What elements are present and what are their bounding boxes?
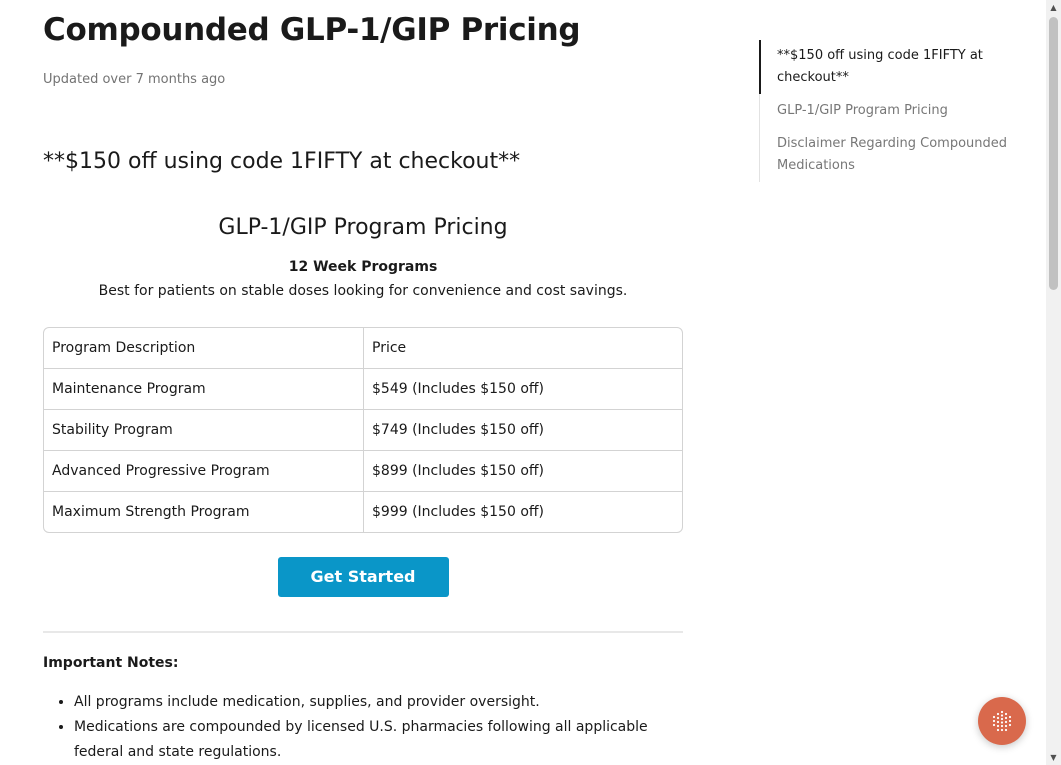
program-price-cell: $749 (Includes $150 off) <box>364 410 682 451</box>
list-item: Medications are compounded by licensed U… <box>74 715 674 765</box>
program-description: Best for patients on stable doses lookin… <box>98 283 628 299</box>
chat-launcher-button[interactable] <box>978 697 1026 745</box>
program-name-cell: Advanced Progressive Program <box>44 451 364 492</box>
toc-item-disclaimer[interactable]: Disclaimer Regarding Compounded Medicati… <box>760 128 1010 182</box>
table-row: Maximum Strength Program $999 (Includes … <box>44 492 682 532</box>
article-body: Compounded GLP-1/GIP Pricing Updated ove… <box>43 0 683 765</box>
table-of-contents: **$150 off using code 1FIFTY at checkout… <box>759 40 1010 182</box>
table-header-cell: Program Description <box>44 328 364 369</box>
program-name-cell: Stability Program <box>44 410 364 451</box>
toc-item-promo[interactable]: **$150 off using code 1FIFTY at checkout… <box>759 40 1010 94</box>
pricing-section-title: GLP-1/GIP Program Pricing <box>218 215 508 240</box>
program-heading: 12 Week Programs <box>288 259 438 275</box>
cta-wrapper: Get Started <box>43 557 683 597</box>
section-divider <box>43 631 683 633</box>
toc-item-pricing[interactable]: GLP-1/GIP Program Pricing <box>760 95 1010 127</box>
table-row: Maintenance Program $549 (Includes $150 … <box>44 369 682 410</box>
table-header-cell: Price <box>364 328 682 369</box>
table-row: Advanced Progressive Program $899 (Inclu… <box>44 451 682 492</box>
list-item: All programs include medication, supplie… <box>74 690 674 715</box>
program-name-cell: Maintenance Program <box>44 369 364 410</box>
program-name-cell: Maximum Strength Program <box>44 492 364 532</box>
vertical-scrollbar[interactable]: ▲ ▼ <box>1046 0 1061 765</box>
get-started-button[interactable]: Get Started <box>277 557 449 597</box>
help-article-page: Compounded GLP-1/GIP Pricing Updated ove… <box>0 0 1061 765</box>
scrollbar-thumb[interactable] <box>1049 17 1058 290</box>
article-title: Compounded GLP-1/GIP Pricing <box>43 12 581 48</box>
promo-heading: **$150 off using code 1FIFTY at checkout… <box>43 149 521 174</box>
table-row: Stability Program $749 (Includes $150 of… <box>44 410 682 451</box>
table-header-row: Program Description Price <box>44 328 682 369</box>
program-price-cell: $549 (Includes $150 off) <box>364 369 682 410</box>
pricing-table: Program Description Price Maintenance Pr… <box>43 327 683 533</box>
program-price-cell: $999 (Includes $150 off) <box>372 504 544 520</box>
notes-heading: Important Notes: <box>43 655 179 671</box>
scroll-down-arrow-icon[interactable]: ▼ <box>1046 750 1061 765</box>
scroll-up-arrow-icon[interactable]: ▲ <box>1046 0 1061 15</box>
chat-launcher-icon <box>992 710 1012 732</box>
updated-timestamp: Updated over 7 months ago <box>43 72 226 87</box>
notes-list: All programs include medication, supplie… <box>43 690 674 765</box>
program-price-cell: $899 (Includes $150 off) <box>364 451 682 492</box>
